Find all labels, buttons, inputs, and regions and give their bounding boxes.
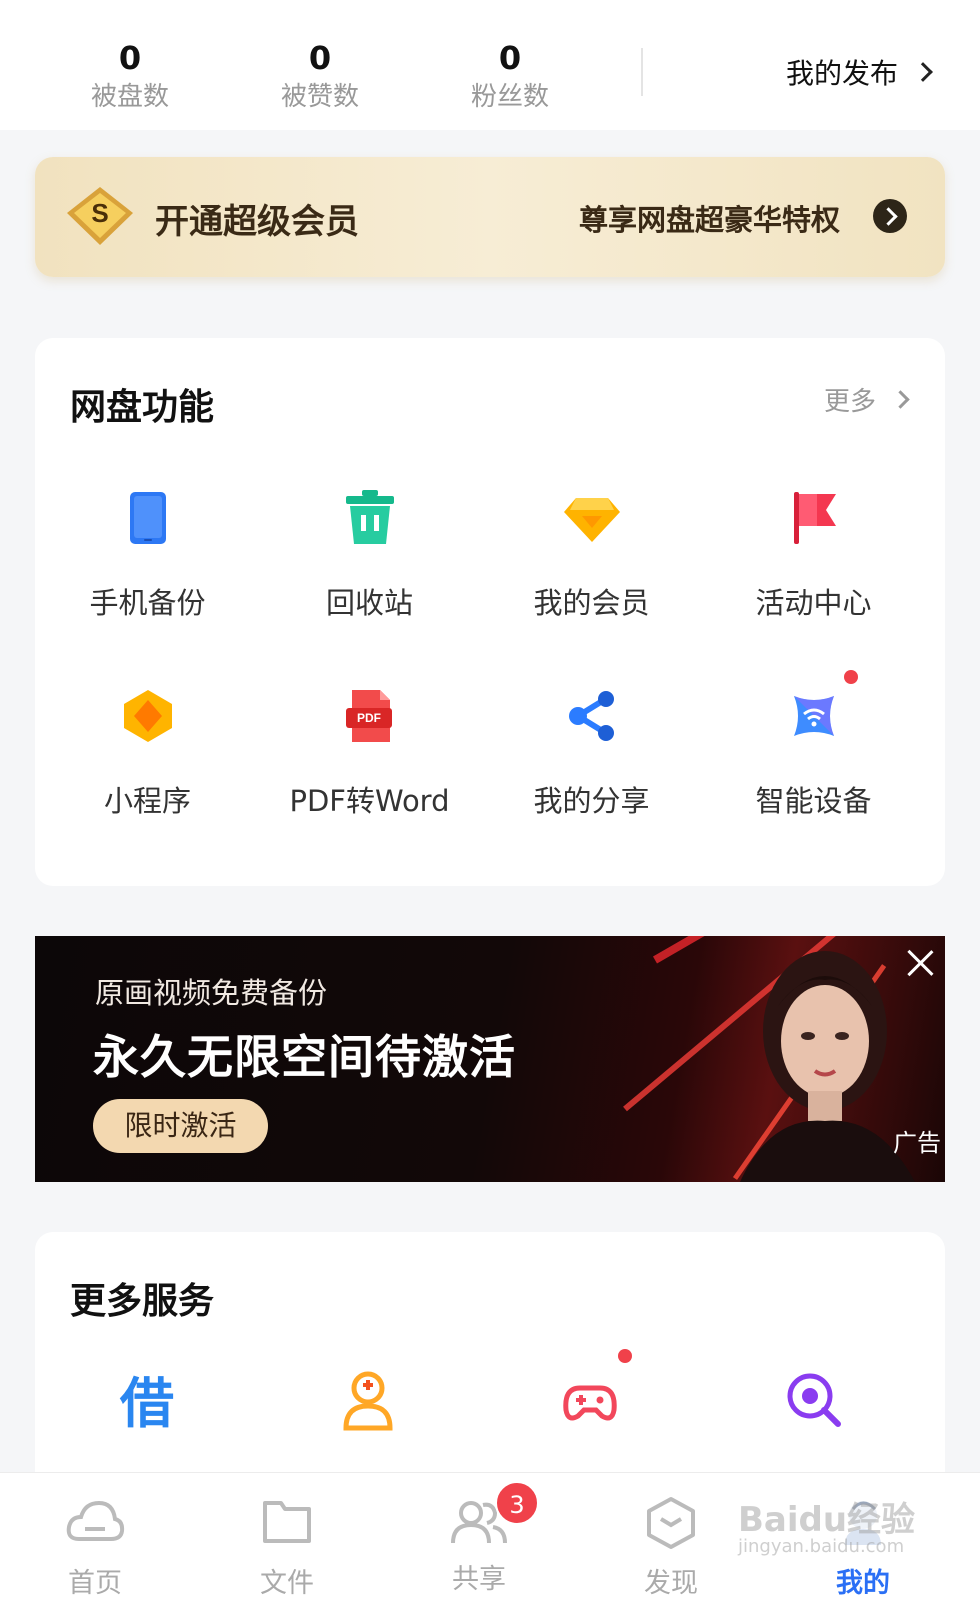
stat-value: 0 xyxy=(308,39,332,77)
func-label: 我的分享 xyxy=(533,784,650,818)
func-smart-device[interactable]: 智能设备 xyxy=(701,670,926,820)
flag-icon xyxy=(793,492,836,544)
func-label: 回收站 xyxy=(325,586,413,620)
cloud-icon xyxy=(66,1500,125,1541)
functions-title: 网盘功能 xyxy=(70,387,215,428)
discover-icon xyxy=(647,1497,695,1549)
mini-program-icon xyxy=(123,690,172,742)
nav-label: 我的 xyxy=(836,1568,890,1599)
nav-files[interactable]: 文件 xyxy=(227,1495,347,1600)
func-label: 活动中心 xyxy=(755,586,872,620)
func-label: PDF转Word xyxy=(289,784,450,818)
func-my-membership[interactable]: 我的会员 xyxy=(479,488,704,622)
gem-icon xyxy=(563,498,620,542)
divider xyxy=(641,48,643,96)
borrow-icon[interactable]: 借 xyxy=(115,1368,179,1432)
func-activity-center[interactable]: 活动中心 xyxy=(701,488,926,622)
stat-value: 0 xyxy=(118,39,142,77)
vip-subtitle: 尊享网盘超豪华特权 xyxy=(578,203,840,237)
stats-bar: 0 被盘数 0 被赞数 0 粉丝数 我的发布 xyxy=(0,0,980,130)
share-badge: 3 xyxy=(495,1481,539,1525)
notification-dot xyxy=(618,1349,632,1363)
gamepad-icon[interactable] xyxy=(558,1368,622,1432)
func-label: 智能设备 xyxy=(755,784,872,818)
services-card: 更多服务 xyxy=(35,1232,945,1492)
phone-icon xyxy=(129,492,166,544)
svg-text:借: 借 xyxy=(119,1372,174,1432)
ad-banner[interactable]: 原画视频免费备份 永久无限空间待激活 限时激活 广告 xyxy=(35,936,945,1182)
chevron-right-icon xyxy=(891,390,910,409)
nav-label: 共享 xyxy=(452,1564,506,1595)
arrow-right-icon[interactable] xyxy=(873,199,907,233)
smart-device-icon xyxy=(793,696,834,736)
notification-dot xyxy=(844,670,858,684)
my-publish-link[interactable]: 我的发布 xyxy=(785,52,933,92)
nav-home[interactable]: 首页 xyxy=(35,1495,155,1600)
vip-banner[interactable]: S 开通超级会员 尊享网盘超豪华特权 xyxy=(35,157,945,277)
more-link[interactable]: 更多 xyxy=(823,381,910,418)
watermark: Baidu经验 xyxy=(738,1500,916,1540)
nav-share[interactable]: 3 共享 xyxy=(419,1481,539,1596)
func-pdf-to-word[interactable]: PDF PDF转Word xyxy=(257,686,482,820)
func-label: 小程序 xyxy=(103,784,191,818)
svg-text:PDF: PDF xyxy=(357,711,381,725)
vip-diamond-icon: S xyxy=(67,187,133,245)
people-icon-wrap: 3 xyxy=(449,1481,539,1549)
ad-line-2: 永久无限空间待激活 xyxy=(93,1030,516,1084)
trash-icon xyxy=(345,490,394,544)
nav-discover[interactable]: 发现 xyxy=(611,1495,731,1600)
stat-label: 被赞数 xyxy=(280,82,359,112)
user-service-icon[interactable] xyxy=(336,1368,400,1432)
ad-activate-button[interactable]: 限时激活 xyxy=(93,1099,268,1153)
stat-label: 粉丝数 xyxy=(470,82,549,112)
nav-label: 首页 xyxy=(68,1568,122,1599)
pdf-icon: PDF xyxy=(345,690,392,742)
watermark-url: jingyan.baidu.com xyxy=(738,1536,905,1557)
svg-text:S: S xyxy=(91,198,108,228)
more-label: 更多 xyxy=(823,387,876,417)
vip-title: 开通超级会员 xyxy=(155,202,359,242)
chevron-right-icon xyxy=(913,62,933,82)
func-recycle-bin[interactable]: 回收站 xyxy=(257,488,482,622)
func-mini-program[interactable]: 小程序 xyxy=(35,686,260,820)
func-phone-backup[interactable]: 手机备份 xyxy=(35,488,260,622)
ad-line-1: 原画视频免费备份 xyxy=(95,976,328,1010)
stat-saved[interactable]: 0 被盘数 xyxy=(50,38,210,116)
close-icon[interactable] xyxy=(905,948,935,978)
nav-label: 文件 xyxy=(260,1568,314,1599)
ad-tag: 广告 xyxy=(893,1129,941,1157)
functions-card: 网盘功能 更多 手机备份 回收站 我的会员 活动中心 小程序 PDF PDF转W… xyxy=(35,338,945,886)
func-label: 手机备份 xyxy=(89,586,206,620)
stat-fans[interactable]: 0 粉丝数 xyxy=(430,38,590,116)
my-publish-label: 我的发布 xyxy=(785,57,898,90)
folder-icon xyxy=(263,1501,311,1543)
stat-likes[interactable]: 0 被赞数 xyxy=(240,38,400,116)
func-label: 我的会员 xyxy=(533,586,650,620)
stat-label: 被盘数 xyxy=(90,82,169,112)
search-lens-icon[interactable] xyxy=(782,1368,846,1432)
func-my-share[interactable]: 我的分享 xyxy=(479,686,704,820)
share-icon xyxy=(568,691,614,741)
stat-value: 0 xyxy=(498,39,522,77)
nav-label: 发现 xyxy=(644,1568,698,1599)
services-title: 更多服务 xyxy=(70,1281,215,1322)
